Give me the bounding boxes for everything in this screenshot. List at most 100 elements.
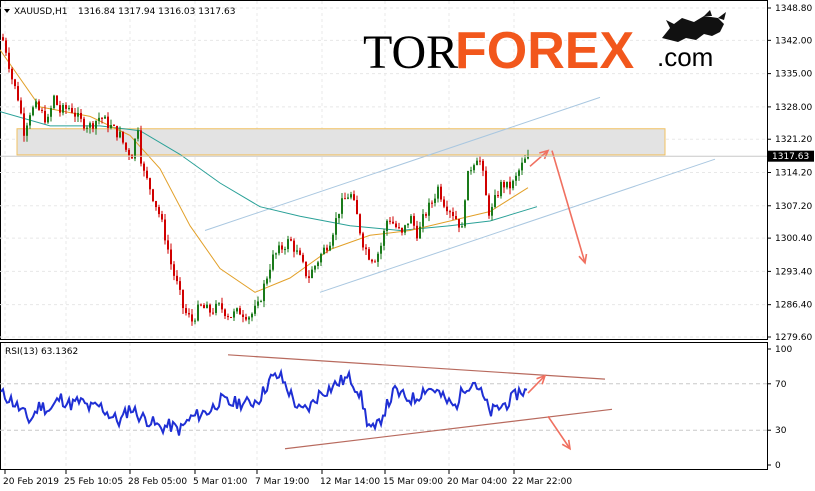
bull-candle-body bbox=[215, 303, 217, 313]
bull-candle-body bbox=[50, 108, 52, 117]
bull-candle-body bbox=[476, 160, 478, 166]
bull-candle-body bbox=[512, 180, 514, 189]
bull-candle-body bbox=[296, 250, 298, 252]
trading-chart[interactable]: TOR FOREX .com 1317.63 1348.80 1342.00 133… bbox=[0, 0, 815, 491]
time-axis: 20 Feb 2019 25 Feb 10:05 28 Feb 05:00 5 Mar… bbox=[3, 470, 572, 487]
bull-candle-body bbox=[338, 213, 340, 219]
bull-candle-body bbox=[269, 269, 271, 279]
chart-header: XAUUSD,H1 1316.84 1317.94 1316.03 1317.6… bbox=[4, 7, 235, 17]
bear-candle-body bbox=[353, 194, 355, 201]
bull-candle-body bbox=[233, 311, 235, 318]
bear-candle-body bbox=[458, 219, 460, 228]
bear-candle-body bbox=[122, 131, 124, 143]
bear-candle-body bbox=[497, 195, 499, 197]
bear-candle-body bbox=[305, 261, 307, 277]
bull-candle-body bbox=[464, 200, 466, 227]
bear-candle-body bbox=[299, 250, 301, 255]
bear-candle-body bbox=[302, 254, 304, 262]
bull-candle-body bbox=[428, 202, 430, 216]
bull-candle-body bbox=[194, 320, 196, 322]
bull-candle-body bbox=[470, 170, 472, 172]
bear-candle-body bbox=[242, 314, 244, 318]
price-axis-label: 1314.20 bbox=[775, 169, 812, 179]
bull-candle-body bbox=[275, 253, 277, 255]
bear-candle-body bbox=[281, 245, 283, 250]
time-axis-label: 20 Feb 2019 bbox=[3, 477, 59, 487]
bear-candle-body bbox=[326, 247, 328, 251]
bear-candle-body bbox=[164, 219, 166, 241]
bull-candle-body bbox=[350, 194, 352, 198]
bull-candle-body bbox=[68, 107, 70, 109]
price-axis-label: 1321.20 bbox=[775, 135, 812, 145]
bull-candle-body bbox=[461, 226, 463, 228]
price-axis-label: 1279.60 bbox=[775, 333, 812, 343]
bear-candle-body bbox=[509, 181, 511, 189]
bear-candle-body bbox=[413, 216, 415, 226]
bear-candle-body bbox=[152, 189, 154, 202]
bear-candle-body bbox=[479, 160, 481, 162]
bear-candle-body bbox=[209, 304, 211, 313]
bear-candle-body bbox=[101, 117, 103, 119]
bull-candle-body bbox=[263, 283, 265, 302]
bull-candle-body bbox=[332, 234, 334, 246]
bear-candle-body bbox=[374, 261, 376, 263]
bear-candle-body bbox=[395, 223, 397, 228]
bear-candle-body bbox=[200, 304, 202, 306]
bear-candle-body bbox=[128, 149, 130, 156]
bull-candle-body bbox=[407, 223, 409, 226]
price-axis-label: 1300.40 bbox=[775, 234, 812, 244]
rsi-panel-frame bbox=[0, 342, 768, 470]
bear-candle-body bbox=[482, 160, 484, 171]
bear-candle-body bbox=[446, 206, 448, 212]
bull-candle-body bbox=[278, 245, 280, 254]
bear-candle-body bbox=[92, 123, 94, 129]
bull-candle-body bbox=[104, 116, 106, 119]
bull-candle-body bbox=[506, 181, 508, 188]
bear-candle-body bbox=[38, 101, 40, 110]
bear-candle-body bbox=[20, 100, 22, 114]
bull-candle-body bbox=[89, 123, 91, 128]
rsi-title: RSI(13) 63.1362 bbox=[5, 347, 78, 357]
bear-candle-body bbox=[179, 281, 181, 290]
bull-candle-body bbox=[335, 218, 337, 235]
bull-candle-body bbox=[98, 117, 100, 121]
bear-candle-body bbox=[371, 259, 373, 262]
rsi-axis-label: 100 bbox=[775, 345, 792, 355]
bear-candle-body bbox=[56, 95, 58, 106]
bear-candle-body bbox=[17, 86, 19, 101]
symbol-label: XAUUSD,H1 bbox=[14, 7, 68, 17]
bull-candle-body bbox=[86, 127, 88, 129]
bear-candle-body bbox=[488, 195, 490, 216]
price-axis-label: 1328.00 bbox=[775, 103, 812, 113]
bull-candle-body bbox=[29, 115, 31, 126]
bull-candle-body bbox=[95, 120, 97, 129]
bear-candle-body bbox=[212, 312, 214, 314]
bear-candle-body bbox=[365, 247, 367, 250]
bear-candle-body bbox=[191, 314, 193, 322]
bear-candle-body bbox=[83, 118, 85, 129]
bear-candle-body bbox=[44, 110, 46, 123]
time-axis-label: 20 Mar 04:00 bbox=[447, 477, 507, 487]
bear-candle-body bbox=[401, 227, 403, 233]
bear-candle-body bbox=[173, 264, 175, 276]
bear-candle-body bbox=[185, 308, 187, 314]
bull-candle-body bbox=[410, 216, 412, 224]
bear-candle-body bbox=[443, 199, 445, 207]
bear-candle-body bbox=[176, 275, 178, 282]
bull-candle-body bbox=[62, 105, 64, 113]
price-axis: 1348.80 1342.00 1335.00 1328.00 1321.20 1314.… bbox=[767, 4, 812, 343]
bear-candle-body bbox=[11, 68, 13, 80]
bull-candle-body bbox=[206, 304, 208, 309]
bull-candle-body bbox=[266, 278, 268, 284]
bull-candle-body bbox=[236, 308, 238, 312]
time-axis-label: 12 Mar 14:00 bbox=[320, 477, 380, 487]
bear-candle-body bbox=[452, 211, 454, 217]
bull-candle-body bbox=[257, 301, 259, 306]
bull-candle-body bbox=[26, 125, 28, 136]
bull-candle-body bbox=[134, 138, 136, 159]
bull-candle-body bbox=[473, 165, 475, 171]
bull-candle-body bbox=[434, 198, 436, 203]
bull-candle-body bbox=[386, 220, 388, 231]
bull-candle-body bbox=[317, 262, 319, 266]
bull-candle-body bbox=[77, 112, 79, 117]
